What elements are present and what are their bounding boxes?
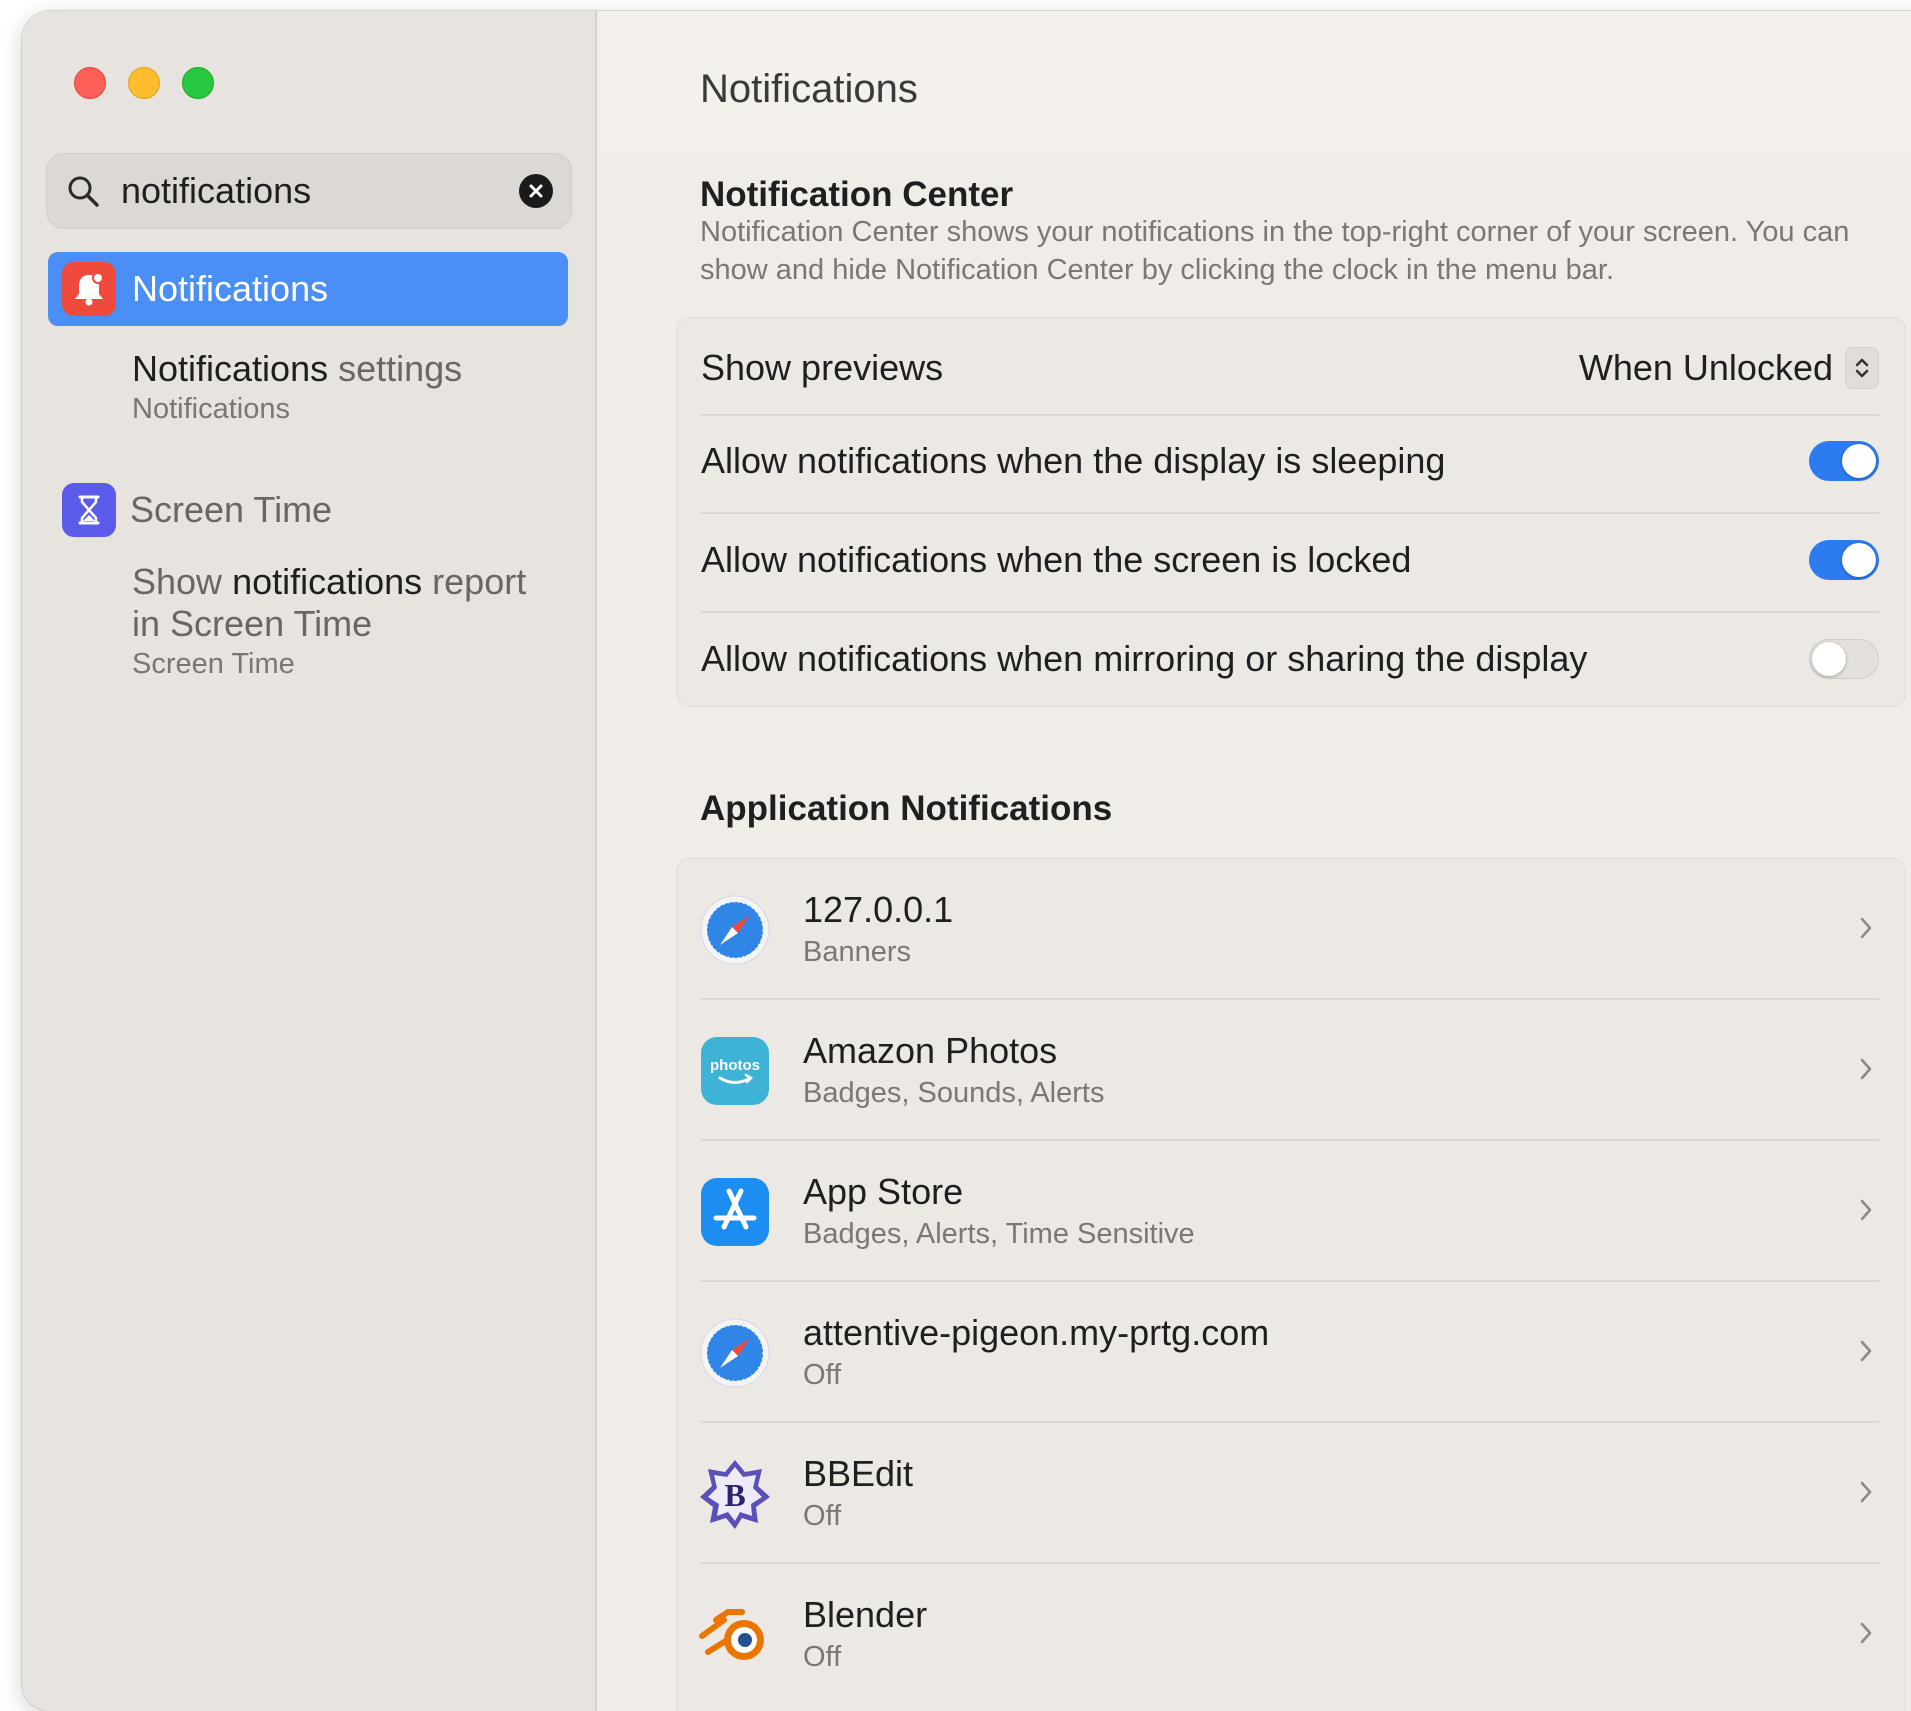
search-field[interactable]: notifications — [46, 153, 572, 229]
chevron-right-icon — [1860, 1199, 1872, 1221]
result-title-line2: in Screen Time — [132, 603, 373, 644]
chevron-up-down-icon — [1845, 347, 1879, 389]
bbedit-icon-text: B — [724, 1477, 745, 1513]
toggle-knob — [1842, 543, 1876, 577]
app-name: 127.0.0.1 — [803, 889, 954, 930]
chevron-right-icon — [1860, 1340, 1872, 1362]
app-store-icon — [701, 1178, 769, 1246]
app-row[interactable]: App Store Badges, Alerts, Time Sensitive — [677, 1141, 1905, 1282]
display-sleeping-toggle[interactable] — [1809, 441, 1879, 481]
bbedit-icon: B — [700, 1460, 770, 1529]
app-row[interactable]: attentive-pigeon.my-prtg.com Off — [677, 1282, 1905, 1423]
app-name: attentive-pigeon.my-prtg.com — [803, 1312, 1270, 1353]
sidebar: notifications Notifications Notification… — [22, 11, 597, 1711]
search-result-label: Screen Time — [130, 489, 333, 530]
minimize-window-button[interactable] — [128, 67, 160, 99]
result-title-post: report — [422, 561, 527, 602]
search-result-notifications-settings[interactable]: Notifications settings Notifications — [132, 348, 462, 428]
toggle-row-display-sleeping: Allow notifications when the display is … — [701, 438, 1879, 484]
chevron-right-icon — [1860, 1058, 1872, 1080]
app-status: Off — [803, 1500, 842, 1532]
toggle-label: Allow notifications when the display is … — [701, 440, 1446, 481]
app-status: Badges, Alerts, Time Sensitive — [803, 1218, 1195, 1250]
chevron-right-icon — [1860, 1622, 1872, 1644]
app-status: Badges, Sounds, Alerts — [803, 1077, 1105, 1109]
toggle-knob — [1842, 444, 1876, 478]
show-previews-row: Show previews When Unlocked — [701, 345, 1879, 391]
result-title-pre: Show — [132, 561, 233, 602]
safari-compass-icon — [700, 1318, 770, 1388]
notification-center-group: Show previews When Unlocked Allow notifi… — [676, 317, 1906, 707]
show-previews-popup[interactable]: When Unlocked — [1579, 347, 1879, 389]
toggle-label: Allow notifications when mirroring or sh… — [701, 638, 1588, 679]
search-result-screen-time-report[interactable]: Show notifications report in Screen Time… — [132, 561, 526, 683]
toggle-label: Allow notifications when the screen is l… — [701, 539, 1412, 580]
app-row[interactable]: 127.0.0.1 Banners — [677, 859, 1905, 1000]
search-icon — [68, 176, 99, 207]
system-settings-window: notifications Notifications Notification… — [22, 11, 1911, 1711]
app-status: Banners — [803, 936, 912, 968]
app-row[interactable]: Blender Off — [677, 1564, 1905, 1705]
toggle-row-screen-locked: Allow notifications when the screen is l… — [701, 537, 1879, 583]
search-result-label: Notifications — [132, 268, 329, 309]
show-previews-label: Show previews — [701, 347, 944, 388]
close-icon — [529, 184, 543, 198]
page-title: Notifications — [700, 67, 918, 111]
divider — [701, 512, 1879, 514]
search-result-screen-time[interactable]: Screen Time — [62, 483, 332, 537]
amazon-photos-icon-text: photos — [710, 1057, 760, 1074]
notifications-bell-icon — [62, 262, 116, 316]
app-status: Off — [803, 1641, 842, 1673]
app-row[interactable]: B BBEdit Off — [677, 1423, 1905, 1564]
window-controls — [74, 67, 214, 99]
app-status: Off — [803, 1359, 842, 1391]
chevron-right-icon — [1860, 917, 1872, 939]
clear-search-button[interactable] — [519, 174, 553, 208]
application-notifications-list: 127.0.0.1 Banners photos Amazon Photos B… — [676, 858, 1906, 1711]
divider — [701, 611, 1879, 613]
result-title-bold: notifications — [232, 561, 423, 602]
chevron-right-icon — [1860, 1481, 1872, 1503]
notification-center-description: Notification Center shows your notificat… — [700, 216, 1850, 286]
safari-compass-icon — [700, 895, 770, 965]
search-input[interactable]: notifications — [121, 170, 519, 212]
result-title-rest: settings — [328, 348, 463, 389]
show-previews-value: When Unlocked — [1578, 347, 1833, 388]
toolbar: Notifications — [599, 11, 1911, 151]
zoom-window-button[interactable] — [182, 67, 214, 99]
amazon-photos-icon: photos — [701, 1037, 769, 1105]
notification-center-title: Notification Center — [700, 175, 1014, 214]
close-window-button[interactable] — [74, 67, 106, 99]
main-pane: Notifications Notification Center Notifi… — [599, 11, 1911, 1711]
app-name: App Store — [803, 1171, 964, 1212]
search-result-notifications[interactable]: Notifications — [48, 252, 568, 326]
app-name: Blender — [803, 1594, 928, 1635]
result-caption: Notifications — [132, 393, 290, 425]
application-notifications-title: Application Notifications — [700, 789, 1113, 828]
result-caption: Screen Time — [132, 648, 295, 680]
divider — [701, 414, 1879, 416]
app-name: BBEdit — [803, 1453, 914, 1494]
hourglass-icon — [62, 483, 116, 537]
app-row[interactable]: photos Amazon Photos Badges, Sounds, Ale… — [677, 1000, 1905, 1141]
blender-icon — [699, 1609, 764, 1660]
toggle-row-mirroring: Allow notifications when mirroring or sh… — [701, 636, 1879, 682]
mirroring-toggle[interactable] — [1809, 639, 1879, 679]
app-name: Amazon Photos — [803, 1030, 1058, 1071]
toggle-knob — [1812, 642, 1846, 676]
result-title-bold: Notifications — [132, 348, 329, 389]
screen-locked-toggle[interactable] — [1809, 540, 1879, 580]
